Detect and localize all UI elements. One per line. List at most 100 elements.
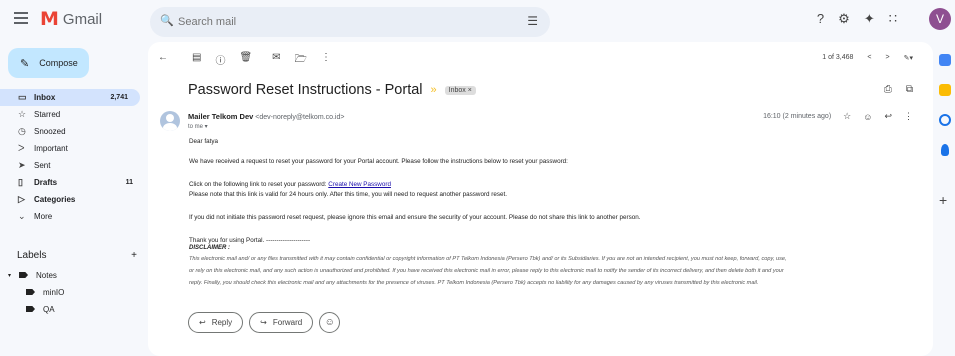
top-right-icons: ? ⚙ ✦ ∷ — [817, 11, 897, 27]
move-to-icon[interactable]: 🗁 — [295, 52, 307, 69]
email-link-line: Click on the following link to reset you… — [189, 181, 919, 189]
apps-grid-icon[interactable]: ∷ — [889, 11, 897, 27]
gemini-icon[interactable]: ✦ — [864, 11, 875, 27]
label-name: QA — [43, 304, 55, 314]
clock-icon: ◷ — [18, 126, 26, 136]
chevron-left-icon[interactable]: < — [867, 54, 871, 62]
compose-label: Compose — [39, 58, 78, 68]
open-new-window-icon[interactable]: ⧉ — [906, 84, 913, 95]
sidebar-item-label: Inbox — [34, 93, 56, 102]
sidebar-item-more[interactable]: ⌄ More — [0, 208, 145, 225]
sidebar-item-snoozed[interactable]: ◷ Snoozed — [0, 123, 145, 140]
tasks-icon[interactable] — [939, 114, 951, 126]
add-label-icon[interactable]: + — [131, 250, 137, 261]
reply-label: Reply — [211, 318, 233, 327]
print-icon[interactable]: ⎙ — [884, 84, 892, 95]
keep-icon[interactable] — [939, 84, 951, 96]
sidebar-item-starred[interactable]: ☆ Starred — [0, 106, 145, 123]
label-item-qa[interactable]: QA — [26, 302, 55, 316]
disclaimer-heading: DISCLAIMER : — [189, 245, 230, 251]
sidebar-item-sent[interactable]: ➤ Sent — [0, 157, 145, 174]
mark-unread-icon[interactable]: ✉ — [272, 52, 280, 69]
importance-marker-icon[interactable]: » — [431, 84, 437, 96]
send-icon: ➤ — [18, 160, 26, 170]
recipient-details[interactable]: to me ▾ — [188, 123, 208, 130]
settings-icon[interactable]: ⚙ — [838, 11, 850, 27]
email-time: 16:10 (2 minutes ago) — [763, 113, 832, 120]
forward-icon: ↪ — [260, 318, 267, 327]
forward-label: Forward — [272, 318, 303, 327]
get-addons-icon[interactable]: + — [939, 192, 947, 208]
email-thanks: Thank you for using Portal. ------------… — [189, 237, 311, 244]
important-icon: ᐳ — [18, 143, 25, 153]
create-password-link[interactable]: Create New Password — [328, 181, 391, 188]
disclaimer-line-1: This electronic mail and/ or any files t… — [189, 256, 787, 262]
emoji-icon: ☺ — [324, 317, 335, 328]
chevron-right-icon[interactable]: > — [886, 54, 890, 62]
email-toolbar: ← ▤ ⓘ 🗑 ✉ 🗁 ⋮ — [158, 52, 331, 69]
disclaimer-line-3: reply. Finally, you should check this el… — [189, 280, 759, 286]
reply-icon[interactable]: ↩ — [884, 111, 892, 122]
pencil-icon: ✎ — [20, 57, 30, 70]
top-bar: M Gmail 🔍 ☰ ? ⚙ ✦ ∷ V — [0, 0, 955, 40]
disclaimer-line-2: or rely on this electronic mail, and any… — [189, 268, 784, 274]
sidebar-item-inbox[interactable]: ▭ Inbox 2,741 — [0, 89, 140, 106]
compose-button[interactable]: ✎ Compose — [8, 48, 89, 78]
gmail-logo[interactable]: M Gmail — [40, 10, 102, 29]
email-greeting: Dear fatya — [189, 138, 219, 145]
archive-icon[interactable]: ▤ — [192, 52, 201, 69]
delete-icon[interactable]: 🗑 — [239, 52, 252, 69]
label-tag-icon — [19, 272, 29, 278]
calendar-icon[interactable] — [939, 54, 951, 66]
label-name: Notes — [36, 270, 57, 280]
sender-line: Mailer Telkom Dev <dev-noreply@telkom.co… — [188, 112, 344, 121]
input-tools-icon[interactable]: ✎▾ — [904, 54, 913, 62]
labels-title: Labels — [17, 250, 47, 261]
more-vert-icon[interactable]: ⋮ — [321, 52, 331, 69]
star-icon[interactable]: ☆ — [843, 111, 851, 122]
search-bar[interactable]: 🔍 ☰ — [150, 7, 550, 37]
inbox-icon: ▭ — [18, 92, 27, 102]
main-menu-icon[interactable] — [14, 12, 28, 26]
search-icon[interactable]: 🔍 — [160, 14, 174, 27]
search-input[interactable] — [178, 7, 508, 37]
email-para-3: If you did not initiate this password re… — [189, 214, 641, 221]
star-icon: ☆ — [18, 109, 27, 119]
drafts-count: 11 — [125, 179, 133, 186]
label-item-notes[interactable]: ▾ Notes — [8, 268, 57, 282]
caret-down-icon[interactable]: ▾ — [8, 272, 11, 279]
pagination: 1 of 3,468 < > ✎▾ — [822, 54, 913, 62]
inbox-label-chip[interactable]: Inbox × — [444, 85, 476, 95]
chevron-down-icon: ⌄ — [18, 211, 26, 221]
label-icon: ▷ — [18, 194, 25, 204]
emoji-reaction-button[interactable]: ☺ — [319, 312, 341, 333]
back-arrow-icon[interactable]: ← — [158, 52, 168, 69]
email-para-2: Please note that this link is valid for … — [189, 191, 508, 198]
sidebar-item-label: Sent — [34, 161, 51, 170]
sidebar-item-label: Important — [34, 144, 68, 153]
email-actions: ↩ Reply ↪ Forward ☺ — [188, 312, 341, 333]
sender-name[interactable]: Mailer Telkom Dev — [188, 112, 253, 121]
email-subject: Password Reset Instructions - Portal — [188, 82, 423, 98]
sender-avatar — [160, 111, 180, 131]
help-icon[interactable]: ? — [817, 11, 824, 27]
report-spam-icon[interactable]: ⓘ — [215, 52, 225, 69]
search-options-icon[interactable]: ☰ — [527, 14, 538, 28]
more-vert-icon[interactable]: ⋮ — [904, 111, 913, 122]
labels-header: Labels + — [17, 250, 137, 261]
label-item-minio[interactable]: minIO — [26, 285, 64, 299]
reply-button[interactable]: ↩ Reply — [188, 312, 244, 333]
sidebar-item-drafts[interactable]: ▯ Drafts 11 — [0, 174, 145, 191]
sender-email: <dev-noreply@telkom.co.id> — [255, 114, 345, 121]
sidebar-item-label: Starred — [34, 110, 61, 119]
account-avatar[interactable]: V — [929, 8, 951, 30]
forward-button[interactable]: ↪ Forward — [249, 312, 314, 333]
email-para-1: We have received a request to reset your… — [189, 158, 568, 165]
inbox-count: 2,741 — [110, 94, 128, 101]
sidebar-item-label: Snoozed — [34, 127, 66, 136]
emoji-react-icon[interactable]: ☺ — [863, 112, 872, 122]
sidebar-item-categories[interactable]: ▷ Categories — [0, 191, 145, 208]
sidebar-item-important[interactable]: ᐳ Important — [0, 140, 145, 157]
draft-icon: ▯ — [18, 177, 23, 187]
contacts-icon[interactable] — [941, 144, 949, 156]
